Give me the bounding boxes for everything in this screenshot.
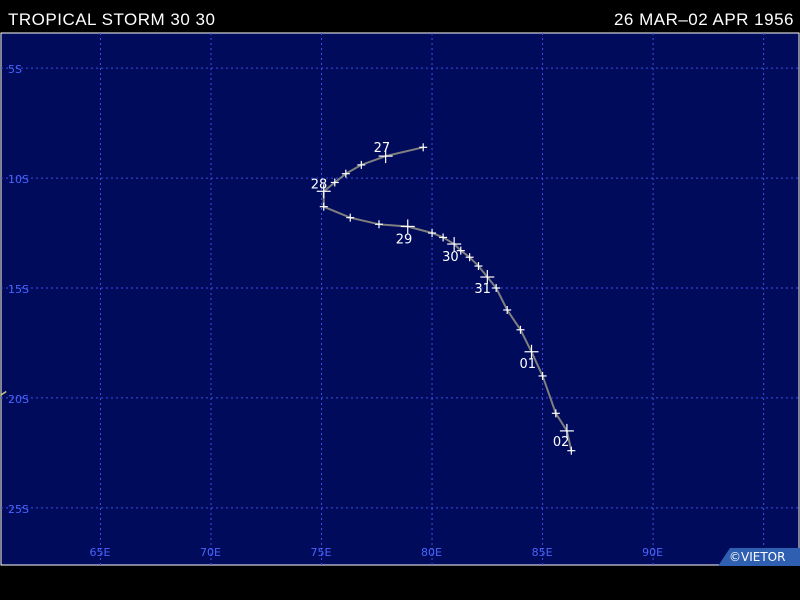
day-label: 01 bbox=[520, 357, 537, 372]
day-label: 28 bbox=[311, 177, 328, 192]
lon-label: 65E bbox=[89, 546, 110, 559]
lat-label: 20S bbox=[8, 393, 29, 406]
day-label: 02 bbox=[553, 435, 570, 450]
lon-label: 90E bbox=[642, 546, 663, 559]
lon-label: 85E bbox=[532, 546, 553, 559]
lat-label: 5S bbox=[8, 63, 22, 76]
storm-track-map: 5S10S15S20S25S65E70E75E80E85E90E95E 2728… bbox=[0, 32, 800, 566]
day-label: 31 bbox=[474, 282, 491, 297]
lat-label: 10S bbox=[8, 173, 29, 186]
day-label: 29 bbox=[396, 232, 413, 247]
lon-label: 80E bbox=[421, 546, 442, 559]
lon-label: 75E bbox=[311, 546, 332, 559]
lon-label: 70E bbox=[200, 546, 221, 559]
day-label: 30 bbox=[442, 250, 459, 265]
ocean-area bbox=[0, 32, 800, 566]
lat-label: 15S bbox=[8, 283, 29, 296]
day-label: 27 bbox=[374, 141, 391, 156]
credit-badge: ©VIETOR bbox=[718, 548, 800, 566]
lat-label: 25S bbox=[8, 503, 29, 516]
